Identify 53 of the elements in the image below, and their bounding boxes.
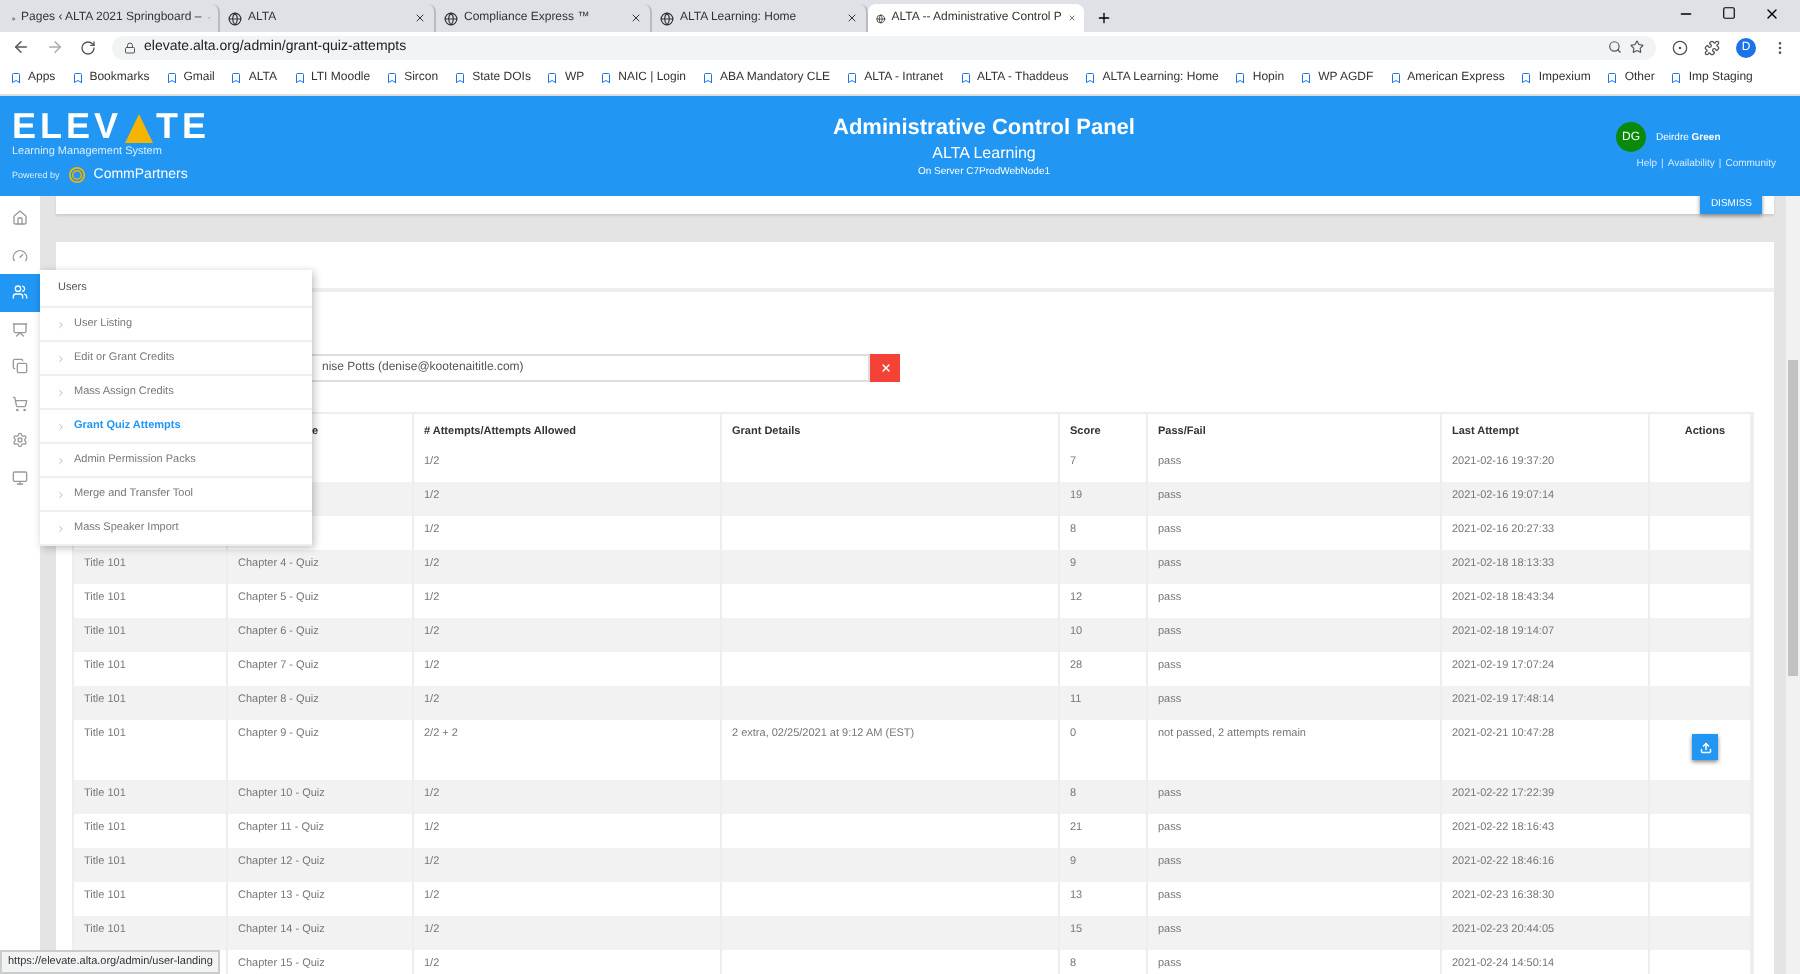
- bookmark-icon: [1084, 72, 1097, 84]
- new-tab-icon[interactable]: [1096, 10, 1112, 26]
- maximize-icon[interactable]: [1722, 5, 1736, 19]
- sidebar-nav-button[interactable]: [0, 274, 40, 311]
- bookmark-icon: [702, 72, 715, 84]
- home-icon: [12, 210, 28, 227]
- cart-icon: [12, 395, 28, 412]
- extension-icon[interactable]: [1672, 39, 1688, 55]
- upload-button[interactable]: [1692, 734, 1718, 760]
- bookmark-icon: [454, 72, 467, 84]
- bookmark-icon: [386, 72, 399, 84]
- bookmark-icon: [1389, 72, 1402, 84]
- star-icon[interactable]: [1630, 40, 1644, 54]
- chevron-icon: [56, 353, 66, 363]
- triangle-icon: [124, 112, 155, 144]
- gauge-icon: [12, 247, 28, 264]
- puzzle-icon[interactable]: [1704, 39, 1720, 55]
- copy-icon: [12, 358, 28, 375]
- rings-icon: [67, 166, 86, 184]
- monitor-icon: [12, 469, 28, 486]
- chevron-icon: [56, 489, 66, 499]
- bookmark-icon: [600, 72, 613, 84]
- bookmark-icon: [959, 72, 972, 84]
- bookmark-icon: [1520, 72, 1533, 84]
- page-subtitle: ALTA Learning: [932, 143, 1036, 161]
- logo-text: ELEV: [12, 108, 123, 144]
- bookmark-icon: [1606, 72, 1619, 84]
- board-icon: [12, 321, 28, 338]
- bookmark-icon: [846, 72, 859, 84]
- logo-text: TE: [156, 108, 211, 144]
- gear-icon: [12, 432, 28, 449]
- bookmark-icon: [230, 72, 243, 84]
- bookmark-icon: [1300, 72, 1313, 84]
- chevron-icon: [56, 523, 66, 533]
- bookmark-icon: [546, 72, 559, 84]
- chevron-icon: [56, 455, 66, 465]
- users-icon: [12, 284, 28, 301]
- page-title: Administrative Control Panel: [833, 115, 1135, 139]
- bookmark-icon: [1234, 72, 1247, 84]
- reload-icon[interactable]: [80, 39, 96, 55]
- back-icon[interactable]: [12, 38, 30, 56]
- chevron-icon: [56, 319, 66, 329]
- bookmark-icon: [1670, 72, 1683, 84]
- bookmark-icon: [71, 72, 84, 84]
- bookmark-icon: [293, 72, 305, 84]
- bookmark-icon: [10, 72, 22, 84]
- search-icon[interactable]: [1608, 40, 1622, 54]
- lock-icon: [124, 41, 136, 53]
- upload-icon: [1699, 741, 1711, 753]
- chevron-icon: [56, 421, 66, 431]
- chevron-icon: [56, 387, 66, 397]
- bookmark-icon: [165, 72, 178, 84]
- scrollbar[interactable]: [1786, 196, 1800, 974]
